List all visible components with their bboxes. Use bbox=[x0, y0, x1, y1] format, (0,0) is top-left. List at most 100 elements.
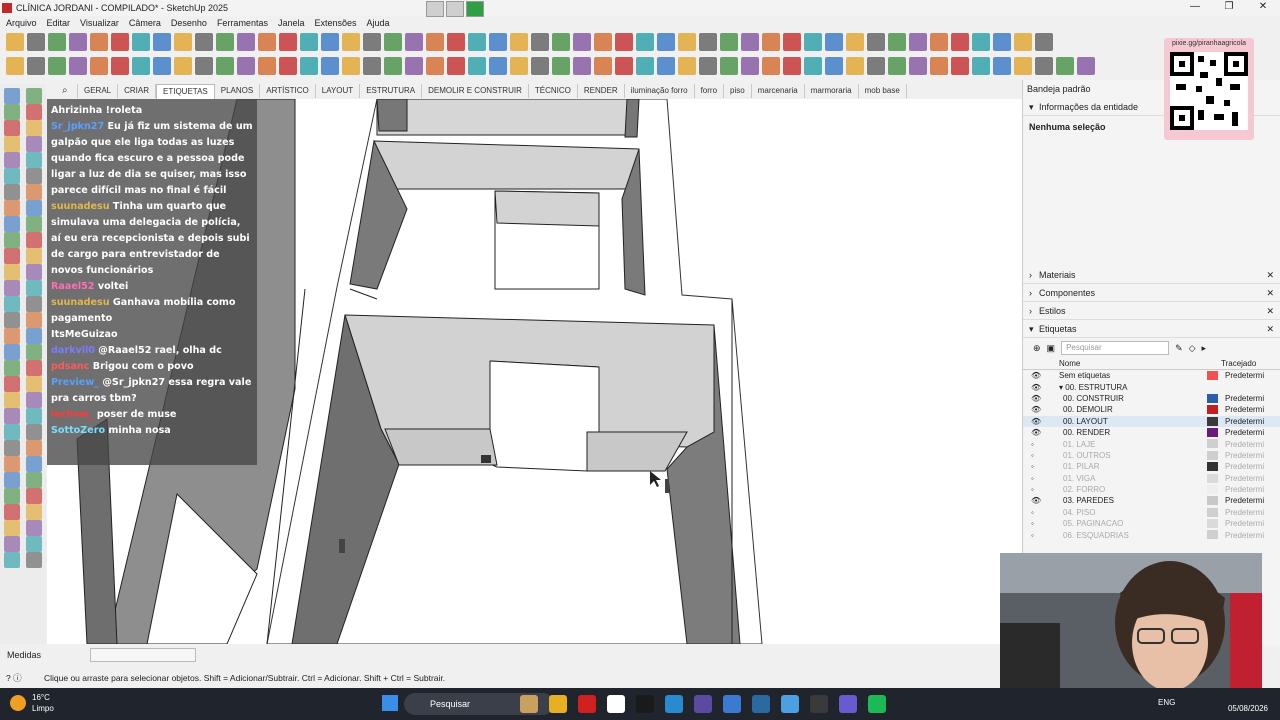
tool-icon[interactable] bbox=[426, 33, 444, 51]
tool-icon[interactable] bbox=[573, 57, 591, 75]
tag-color-swatch[interactable] bbox=[1207, 427, 1218, 437]
tool-icon[interactable] bbox=[363, 57, 381, 75]
tool-icon[interactable] bbox=[26, 440, 42, 456]
tool-icon[interactable] bbox=[26, 296, 42, 312]
tool-icon[interactable] bbox=[300, 33, 318, 51]
tool-icon[interactable] bbox=[26, 360, 42, 376]
tool-icon[interactable] bbox=[405, 33, 423, 51]
tool-icon[interactable] bbox=[26, 168, 42, 184]
tool-icon[interactable] bbox=[26, 216, 42, 232]
chat-username[interactable]: Preview_ bbox=[51, 377, 99, 388]
tool-icon[interactable] bbox=[4, 424, 20, 440]
menu-ajuda[interactable]: Ajuda bbox=[367, 16, 390, 30]
minimize-button[interactable]: — bbox=[1178, 0, 1212, 16]
tool-icon[interactable] bbox=[26, 488, 42, 504]
tool-icon[interactable] bbox=[468, 57, 486, 75]
chat-username[interactable]: lechow_ bbox=[51, 409, 94, 420]
tool-icon[interactable] bbox=[657, 33, 675, 51]
tool-icon[interactable] bbox=[4, 104, 20, 120]
tag-row[interactable]: 👁 00. CONSTRUIR Predetermi bbox=[1023, 393, 1280, 404]
tag-dash-style[interactable]: Predetermi bbox=[1225, 440, 1264, 449]
tab-layout[interactable]: LAYOUT bbox=[316, 84, 361, 98]
tool-icon[interactable] bbox=[26, 120, 42, 136]
tool-icon[interactable] bbox=[657, 57, 675, 75]
tool-icon[interactable] bbox=[4, 360, 20, 376]
tab-etiquetas[interactable]: ETIQUETAS bbox=[156, 83, 215, 99]
tool-icon[interactable] bbox=[4, 136, 20, 152]
chat-username[interactable]: SottoZero bbox=[51, 425, 105, 436]
eye-icon[interactable]: 👁 bbox=[1023, 428, 1041, 437]
tag-dash-style[interactable]: Predetermi bbox=[1225, 474, 1264, 483]
tool-icon[interactable] bbox=[972, 57, 990, 75]
eye-icon[interactable]: 👁 bbox=[1023, 383, 1041, 392]
tag-tool-icon[interactable]: ◇ bbox=[1189, 343, 1196, 354]
details-icon[interactable]: ▸ bbox=[1202, 343, 1207, 354]
tab-iluminacao-forro[interactable]: iluminação forro bbox=[625, 84, 695, 98]
components-section[interactable]: › Componentes ✕ bbox=[1023, 284, 1280, 302]
tool-icon[interactable] bbox=[426, 57, 444, 75]
tool-icon[interactable] bbox=[846, 33, 864, 51]
taskbar-app-icon[interactable] bbox=[607, 695, 625, 713]
tool-icon[interactable] bbox=[741, 57, 759, 75]
tool-icon[interactable] bbox=[4, 440, 20, 456]
tag-color-swatch[interactable] bbox=[1207, 484, 1218, 494]
tool-icon[interactable] bbox=[363, 33, 381, 51]
grid-icon[interactable] bbox=[426, 1, 444, 17]
eye-closed-icon[interactable]: ◦ bbox=[1023, 451, 1035, 460]
tool-icon[interactable] bbox=[405, 57, 423, 75]
menu-janela[interactable]: Janela bbox=[278, 16, 305, 30]
tab-tecnico[interactable]: TÉCNICO bbox=[529, 84, 578, 98]
tag-name[interactable]: Sem etiquetas bbox=[1059, 371, 1110, 380]
tool-icon[interactable] bbox=[279, 57, 297, 75]
tool-icon[interactable] bbox=[4, 504, 20, 520]
column-trace[interactable]: Tracejado bbox=[1203, 358, 1256, 369]
tag-dash-style[interactable]: Predetermi bbox=[1225, 519, 1264, 528]
menu-ferramentas[interactable]: Ferramentas bbox=[217, 16, 268, 30]
tool-icon[interactable] bbox=[4, 488, 20, 504]
tool-icon[interactable] bbox=[26, 264, 42, 280]
tag-row[interactable]: ◦ 01. VIGA Predetermi bbox=[1023, 473, 1280, 484]
tool-icon[interactable] bbox=[132, 57, 150, 75]
tag-color-swatch[interactable] bbox=[1207, 507, 1218, 517]
tool-icon[interactable] bbox=[804, 57, 822, 75]
tool-icon[interactable] bbox=[237, 57, 255, 75]
tool-icon[interactable] bbox=[26, 88, 42, 104]
tool-icon[interactable] bbox=[4, 152, 20, 168]
tool-icon[interactable] bbox=[26, 408, 42, 424]
tag-name[interactable]: 00. RENDER bbox=[1063, 428, 1110, 437]
tool-icon[interactable] bbox=[26, 472, 42, 488]
close-icon[interactable]: ✕ bbox=[1266, 266, 1274, 284]
tool-icon[interactable] bbox=[26, 536, 42, 552]
tag-name[interactable]: 00. DEMOLIR bbox=[1063, 405, 1113, 414]
menu-editar[interactable]: Editar bbox=[47, 16, 71, 30]
chat-username[interactable]: Sr_jpkn27 bbox=[51, 121, 104, 132]
tool-icon[interactable] bbox=[111, 57, 129, 75]
tool-icon[interactable] bbox=[342, 33, 360, 51]
tag-dash-style[interactable]: Predetermi bbox=[1225, 405, 1264, 414]
tab-mob-base[interactable]: mob base bbox=[859, 84, 907, 98]
taskbar-app-icon[interactable] bbox=[665, 695, 683, 713]
tool-icon[interactable] bbox=[993, 57, 1011, 75]
tag-color-swatch[interactable] bbox=[1207, 439, 1218, 449]
tool-icon[interactable] bbox=[26, 184, 42, 200]
tool-icon[interactable] bbox=[699, 33, 717, 51]
tool-icon[interactable] bbox=[489, 33, 507, 51]
tool-icon[interactable] bbox=[132, 33, 150, 51]
eye-icon[interactable]: 👁 bbox=[1023, 405, 1041, 414]
tool-icon[interactable] bbox=[4, 184, 20, 200]
tool-icon[interactable] bbox=[26, 104, 42, 120]
eye-closed-icon[interactable]: ◦ bbox=[1023, 474, 1035, 483]
tool-icon[interactable] bbox=[573, 33, 591, 51]
tool-icon[interactable] bbox=[90, 33, 108, 51]
tool-icon[interactable] bbox=[4, 392, 20, 408]
tool-icon[interactable] bbox=[4, 312, 20, 328]
tool-icon[interactable] bbox=[951, 33, 969, 51]
tool-icon[interactable] bbox=[48, 33, 66, 51]
tool-icon[interactable] bbox=[825, 33, 843, 51]
tool-icon[interactable] bbox=[1035, 33, 1053, 51]
tool-icon[interactable] bbox=[552, 33, 570, 51]
info-icon[interactable]: ⓘ bbox=[13, 673, 22, 683]
tag-row[interactable]: 👁 00. RENDER Predetermi bbox=[1023, 427, 1280, 438]
tool-icon[interactable] bbox=[867, 57, 885, 75]
taskbar-app-icon[interactable] bbox=[549, 695, 567, 713]
